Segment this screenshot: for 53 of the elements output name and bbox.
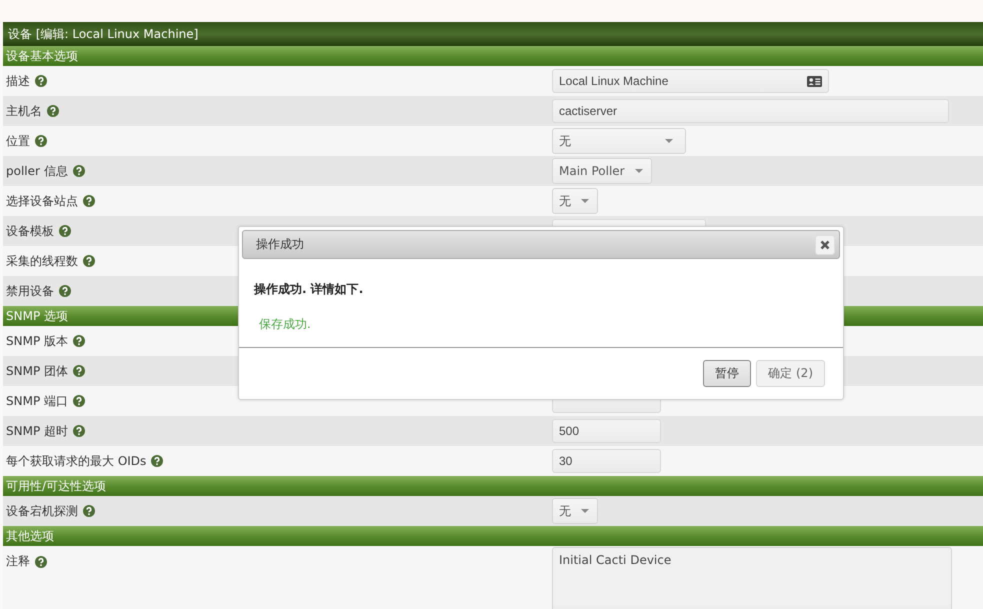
field-label: poller 信息 xyxy=(6,162,68,180)
help-icon[interactable] xyxy=(83,255,95,267)
pause-button[interactable]: 暂停 xyxy=(703,360,752,387)
description-field[interactable]: Local Linux Machine xyxy=(552,69,829,93)
caret-icon xyxy=(634,169,643,173)
field-label: SNMP 超时 xyxy=(6,422,68,440)
field-label: 设备模板 xyxy=(6,222,54,240)
help-icon[interactable] xyxy=(35,75,47,87)
help-icon[interactable] xyxy=(47,105,59,117)
dropdown[interactable]: 无 xyxy=(552,128,686,154)
field-label: 禁用设备 xyxy=(6,282,54,300)
field-label: 位置 xyxy=(6,132,30,150)
notes-textarea[interactable]: Initial Cacti Device xyxy=(552,547,952,609)
caret-icon xyxy=(665,139,673,143)
section-header: 设备基本选项 xyxy=(3,46,983,66)
field-label: 每个获取请求的最大 OIDs xyxy=(6,452,146,470)
dropdown[interactable]: Main Poller xyxy=(552,158,652,184)
section-header: 可用性/可达性选项 xyxy=(3,476,983,496)
input-field[interactable]: cactiserver xyxy=(552,99,949,123)
field-label: SNMP 版本 xyxy=(6,332,68,350)
field-label: 选择设备站点 xyxy=(6,192,78,210)
field-label: 采集的线程数 xyxy=(6,252,78,270)
field-label: 描述 xyxy=(6,72,30,90)
section-header: 其他选项 xyxy=(3,526,983,546)
close-button[interactable] xyxy=(815,234,835,254)
help-icon[interactable] xyxy=(35,556,47,568)
input-field[interactable]: 500 xyxy=(552,419,661,443)
caret-icon xyxy=(581,199,589,203)
help-icon[interactable] xyxy=(73,395,85,407)
close-icon xyxy=(820,240,830,250)
field-label: 注释 xyxy=(6,553,30,570)
contact-card-icon[interactable] xyxy=(807,76,822,86)
help-icon[interactable] xyxy=(35,135,47,147)
help-icon[interactable] xyxy=(83,195,95,207)
field-label: SNMP 端口 xyxy=(6,392,68,410)
help-icon[interactable] xyxy=(59,225,71,237)
help-icon[interactable] xyxy=(72,165,85,177)
dropdown[interactable]: 无 xyxy=(552,188,598,214)
help-icon[interactable] xyxy=(73,425,85,437)
dropdown[interactable]: 无 xyxy=(552,498,598,524)
input-field[interactable]: 30 xyxy=(552,449,661,473)
help-icon[interactable] xyxy=(151,455,164,467)
caret-icon xyxy=(581,509,589,513)
help-icon[interactable] xyxy=(59,285,71,297)
page-title: 设备 [编辑: Local Linux Machine] xyxy=(3,22,983,46)
help-icon[interactable] xyxy=(83,505,95,517)
field-label: SNMP 团体 xyxy=(6,362,68,380)
dialog-message: 操作成功. 详情如下. xyxy=(254,281,364,298)
help-icon[interactable] xyxy=(73,335,85,347)
field-label: 设备宕机探测 xyxy=(6,502,78,520)
field-label: 主机名 xyxy=(6,102,42,120)
dialog-title: 操作成功 xyxy=(256,236,304,253)
help-icon[interactable] xyxy=(73,365,85,377)
